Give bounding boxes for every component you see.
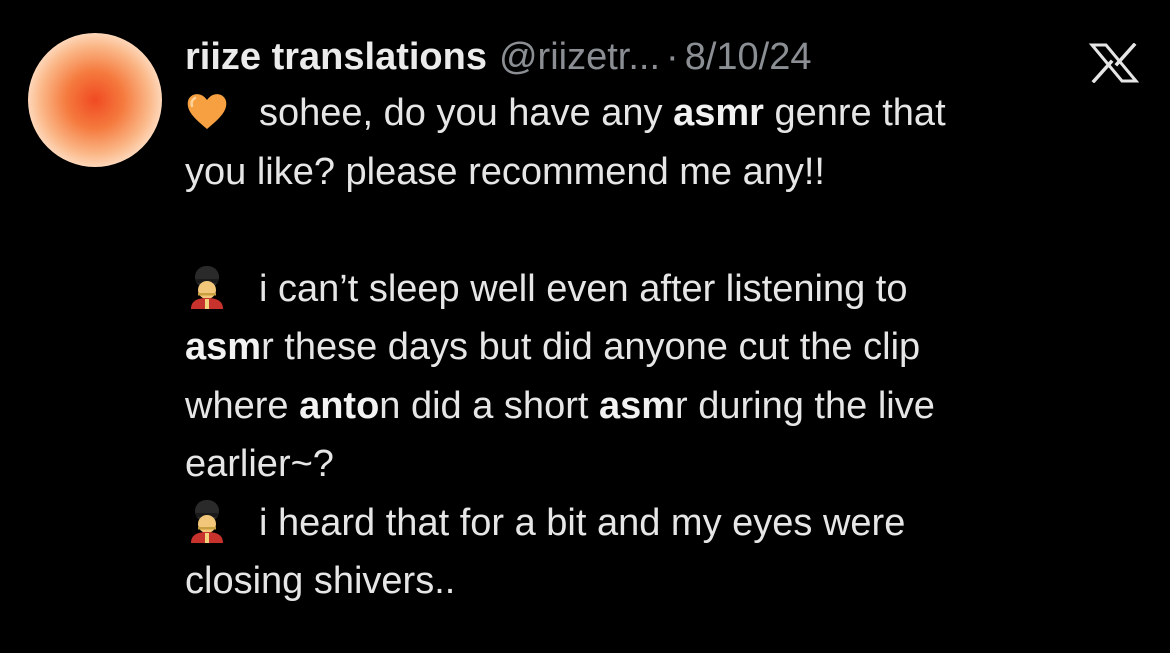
tweet-date[interactable]: 8/10/24 [685, 30, 812, 84]
body-line: you like? please recommend me any!! [185, 150, 825, 193]
body-text: r these days but did anyone cut the clip [261, 326, 921, 368]
body-bold-text: asmr [673, 92, 764, 134]
body-bold-text: asm [185, 326, 262, 368]
body-line: sohee, do you have any asmr genre that [185, 84, 1145, 143]
body-bold-text: anto [299, 384, 380, 427]
x-logo-icon[interactable] [1088, 42, 1140, 84]
tweet-body: sohee, do you have any asmr genre that y… [185, 84, 1145, 611]
body-text: n did a short [379, 384, 599, 427]
guardsman-icon [185, 499, 229, 543]
tweet-card[interactable]: riize translations @riizetr... · 8/10/24… [0, 0, 1170, 653]
body-text: r during the live [675, 384, 935, 427]
avatar[interactable] [28, 33, 162, 167]
body-bold-text: asm [598, 384, 676, 427]
separator-dot: · [666, 36, 679, 78]
tweet-content: riize translations @riizetr... · 8/10/24… [185, 30, 1145, 611]
body-text: genre that [763, 92, 946, 134]
body-line: i heard that for a bit and my eyes were [185, 494, 1145, 553]
body-line: where anton did a short asmr during the … [185, 377, 1145, 436]
body-text: i heard that for a bit and my eyes were [259, 501, 906, 544]
body-line: asmr these days but did anyone cut the c… [185, 318, 1145, 377]
body-text: where [185, 384, 300, 427]
body-line: earlier~? [185, 443, 334, 485]
body-line: closing shivers.. [185, 560, 456, 602]
user-handle[interactable]: @riizetr... [499, 30, 660, 84]
guardsman-icon [185, 265, 229, 309]
body-text: sohee, do you have any [259, 92, 674, 134]
orange-heart-icon [185, 89, 229, 133]
display-name[interactable]: riize translations [185, 30, 487, 84]
tweet-header: riize translations @riizetr... · 8/10/24 [185, 30, 1145, 84]
body-line: i can’t sleep well even after listening … [185, 260, 1145, 319]
body-text: i can’t sleep well even after listening … [259, 267, 908, 310]
